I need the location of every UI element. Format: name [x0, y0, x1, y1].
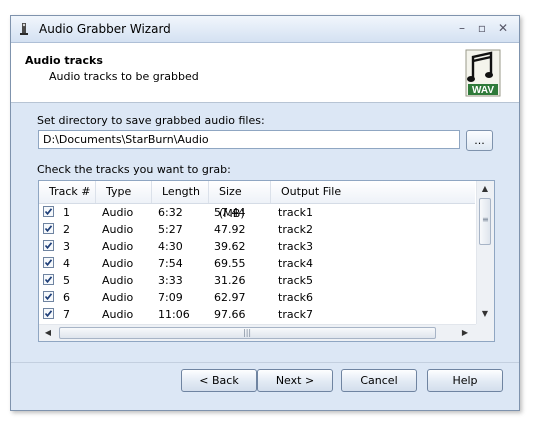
vertical-scroll-thumb[interactable]: ≡ [479, 198, 491, 245]
track-output-file: track3 [278, 240, 313, 253]
table-row[interactable]: 7 Audio 11:06 97.66 track7 [39, 306, 475, 323]
wav-icon-label: WAV [472, 85, 494, 96]
wizard-header: Audio tracks Audio tracks to be grabbed … [11, 43, 519, 103]
window-title: Audio Grabber Wizard [39, 22, 171, 36]
track-size: 97.66 [214, 308, 246, 321]
column-header-output-file[interactable]: Output File [271, 181, 475, 203]
track-checkbox[interactable] [43, 291, 54, 302]
tracks-label: Check the tracks you want to grab: [37, 163, 231, 176]
table-row[interactable]: 2 Audio 5:27 47.92 track2 [39, 221, 475, 238]
track-output-file: track6 [278, 291, 313, 304]
track-size: 31.26 [214, 274, 246, 287]
tracks-list[interactable]: Track # Type Length Size (MB) Output Fil… [38, 180, 495, 342]
track-length: 4:30 [158, 240, 183, 253]
directory-input[interactable] [38, 130, 460, 149]
track-output-file: track5 [278, 274, 313, 287]
track-type: Audio [102, 206, 134, 219]
table-row[interactable]: 6 Audio 7:09 62.97 track6 [39, 289, 475, 306]
scrollbar-corner [476, 324, 494, 341]
tracks-list-header: Track # Type Length Size (MB) Output Fil… [39, 181, 475, 220]
track-checkbox[interactable] [43, 206, 54, 217]
track-type: Audio [102, 274, 134, 287]
track-number: 3 [63, 240, 70, 253]
track-output-file: track7 [278, 308, 313, 321]
page-subtitle: Audio tracks to be grabbed [49, 70, 199, 83]
track-type: Audio [102, 257, 134, 270]
track-length: 6:32 [158, 206, 183, 219]
next-button[interactable]: Next > [257, 369, 333, 392]
track-length: 7:54 [158, 257, 183, 270]
track-number: 6 [63, 291, 70, 304]
scroll-up-icon[interactable]: ▲ [480, 184, 490, 194]
maximize-button[interactable]: ▫ [473, 21, 491, 36]
track-output-file: track4 [278, 257, 313, 270]
minimize-button[interactable]: – [453, 21, 471, 36]
help-button[interactable]: Help [427, 369, 503, 392]
track-output-file: track2 [278, 223, 313, 236]
track-size: 57.44 [214, 206, 246, 219]
back-button[interactable]: < Back [181, 369, 257, 392]
grip-icon: ||| [243, 328, 252, 337]
table-row[interactable]: 1 Audio 6:32 57.44 track1 [39, 204, 475, 221]
table-row[interactable]: 3 Audio 4:30 39.62 track3 [39, 238, 475, 255]
track-length: 7:09 [158, 291, 183, 304]
track-output-file: track1 [278, 206, 313, 219]
grip-icon: ≡ [482, 215, 489, 224]
track-number: 1 [63, 206, 70, 219]
track-checkbox[interactable] [43, 257, 54, 268]
scroll-down-icon[interactable]: ▼ [480, 309, 490, 319]
table-row[interactable]: 5 Audio 3:33 31.26 track5 [39, 272, 475, 289]
track-type: Audio [102, 240, 134, 253]
directory-label: Set directory to save grabbed audio file… [37, 114, 265, 127]
track-size: 39.62 [214, 240, 246, 253]
app-icon [20, 23, 28, 35]
track-size: 47.92 [214, 223, 246, 236]
scroll-left-icon[interactable]: ◀ [43, 328, 53, 338]
column-header-length[interactable]: Length [152, 181, 209, 203]
wizard-window: Audio Grabber Wizard – ▫ ✕ Audio tracks … [10, 15, 520, 411]
track-checkbox[interactable] [43, 274, 54, 285]
table-row[interactable]: 4 Audio 7:54 69.55 track4 [39, 255, 475, 272]
column-header-track[interactable]: Track # [39, 181, 96, 203]
track-number: 7 [63, 308, 70, 321]
horizontal-scroll-thumb[interactable]: ||| [59, 327, 436, 339]
close-button[interactable]: ✕ [494, 21, 512, 36]
track-size: 69.55 [214, 257, 246, 270]
track-length: 5:27 [158, 223, 183, 236]
title-bar: Audio Grabber Wizard – ▫ ✕ [11, 16, 519, 43]
vertical-scrollbar[interactable]: ▲ ≡ ▼ [476, 181, 494, 324]
track-size: 62.97 [214, 291, 246, 304]
track-length: 11:06 [158, 308, 190, 321]
track-checkbox[interactable] [43, 308, 54, 319]
browse-button[interactable]: ... [466, 130, 493, 151]
horizontal-scrollbar[interactable]: ◀ ||| ▶ [39, 324, 476, 341]
column-header-size[interactable]: Size (MB) [209, 181, 271, 220]
track-checkbox[interactable] [43, 240, 54, 251]
track-checkbox[interactable] [43, 223, 54, 234]
column-header-type[interactable]: Type [96, 181, 152, 203]
track-type: Audio [102, 291, 134, 304]
track-length: 3:33 [158, 274, 183, 287]
track-number: 5 [63, 274, 70, 287]
cancel-button[interactable]: Cancel [341, 369, 417, 392]
page-title: Audio tracks [25, 54, 103, 67]
track-number: 4 [63, 257, 70, 270]
wav-file-icon: WAV [465, 49, 501, 97]
divider [11, 362, 519, 363]
scroll-right-icon[interactable]: ▶ [460, 328, 470, 338]
track-number: 2 [63, 223, 70, 236]
track-type: Audio [102, 308, 134, 321]
track-type: Audio [102, 223, 134, 236]
